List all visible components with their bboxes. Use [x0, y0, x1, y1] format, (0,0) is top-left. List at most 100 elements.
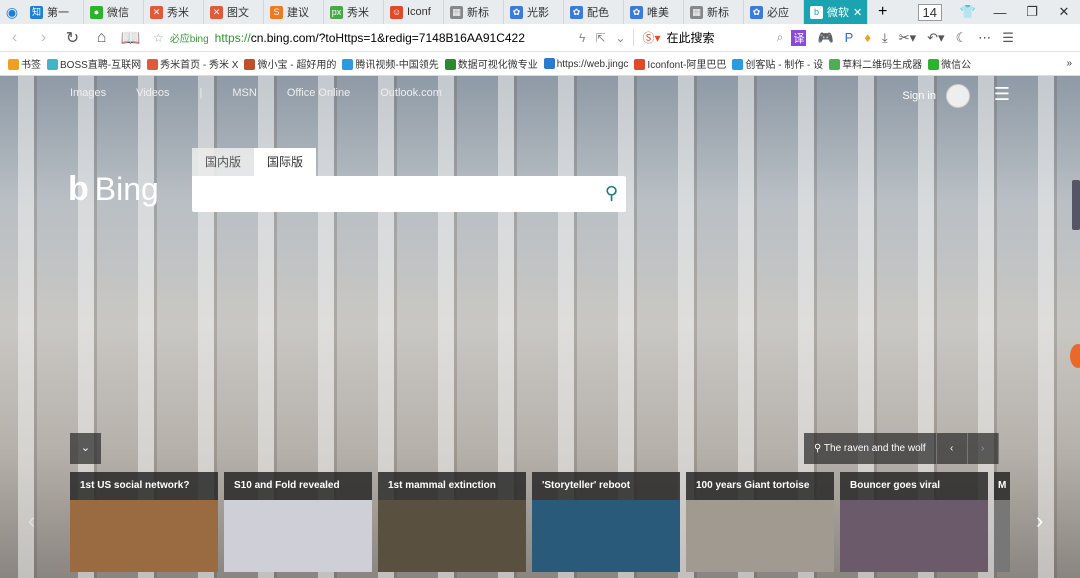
tab[interactable]: ✕ 秀米 — [144, 0, 204, 24]
more-bookmarks-icon[interactable]: » — [1066, 58, 1072, 69]
search-placeholder: 在此搜索 — [666, 31, 715, 45]
forward-button[interactable]: › — [29, 29, 58, 47]
bookmark-item[interactable]: 微信公 — [928, 56, 971, 71]
nav-link[interactable]: Videos — [136, 87, 169, 99]
download-icon[interactable]: ⤓ — [882, 30, 888, 46]
bing-logo: b Bing — [68, 170, 159, 209]
cut-icon[interactable]: ✂▾ — [899, 30, 916, 46]
side-panel-handle[interactable] — [1072, 180, 1080, 230]
bookmark-label: 秀米首页 - 秀米 X — [160, 60, 239, 71]
tab-bar: ◉ 知第一 ● 微信 ✕ 秀米 ✕ 图文 S 建议 px 秀米 ☺ Iconf ▦ 新标 ✿ 光影 ✿ 配色 ✿ 唯美 ▦… — [0, 0, 1080, 24]
menu-icon[interactable]: ☰ — [1002, 30, 1014, 46]
sogou-icon: Ⓢ▾ — [642, 31, 661, 45]
avatar[interactable] — [946, 84, 970, 108]
new-tab-button[interactable]: + — [878, 3, 887, 21]
bookmark-item[interactable]: 创客贴 - 制作 - 设 — [732, 56, 823, 71]
hamburger-menu-icon[interactable]: ☰ — [994, 84, 1010, 105]
bookmark-item[interactable]: 秀米首页 - 秀米 X — [147, 56, 238, 71]
tab-favicon-icon: ✿ — [570, 5, 583, 19]
tab-favicon-icon: ✕ — [150, 5, 163, 19]
night-mode-icon[interactable]: ☾ — [956, 30, 968, 46]
bookmark-icon — [444, 59, 456, 70]
flash-icon[interactable]: ϟ — [579, 31, 585, 45]
translate-icon[interactable]: 译 — [791, 29, 807, 46]
search-icon[interactable]: ⚲ — [605, 183, 618, 204]
nav-link[interactable]: Images — [70, 87, 106, 99]
tab[interactable]: ▦ 新标 — [684, 0, 744, 24]
search-box[interactable]: Ⓢ▾ 在此搜索 ⌕ — [633, 29, 783, 46]
carousel-next-button[interactable]: › — [1036, 508, 1043, 534]
game-icon[interactable]: 🎮 — [817, 30, 833, 46]
bookmark-label: 数据可视化微专业 — [457, 60, 538, 71]
news-card[interactable]: Bouncer goes viral — [840, 472, 988, 572]
bookmark-label: 微小宝 - 超好用的 — [257, 60, 337, 71]
tab-active[interactable]: b 微软 ✕ — [804, 0, 868, 24]
star-icon[interactable]: ☆ — [153, 31, 164, 45]
nav-link[interactable]: Outlook.com — [380, 87, 442, 99]
tab[interactable]: ✿ 光影 — [504, 0, 564, 24]
more-icon[interactable]: ⋯ — [978, 30, 991, 46]
undo-icon[interactable]: ↶▾ — [927, 30, 944, 46]
back-button[interactable]: ‹ — [0, 29, 29, 47]
home-button[interactable]: ⌂ — [87, 29, 116, 47]
restore-button[interactable]: ❐ — [1016, 4, 1048, 20]
tab[interactable]: ✿ 唯美 — [624, 0, 684, 24]
bookmark-item[interactable]: 书签 — [8, 56, 41, 71]
caption-text[interactable]: ⚲ The raven and the wolf — [804, 433, 937, 464]
p-icon[interactable]: P — [845, 30, 854, 46]
close-tab-icon[interactable]: ✕ — [853, 6, 862, 19]
nav-link[interactable]: MSN — [232, 87, 256, 99]
bing-logo-icon: b — [68, 170, 89, 208]
tab[interactable]: 知第一 — [24, 0, 84, 24]
tab[interactable]: S 建议 — [264, 0, 324, 24]
share-icon[interactable]: ⇱ — [595, 31, 605, 45]
bookmark-item[interactable]: 微小宝 - 超好用的 — [244, 56, 336, 71]
tab[interactable]: ✿ 必应 — [744, 0, 804, 24]
nav-link[interactable]: Office Online — [287, 87, 350, 99]
prev-image-button[interactable]: ‹ — [937, 433, 968, 464]
carousel-prev-button[interactable]: ‹ — [28, 508, 35, 534]
sign-in-link[interactable]: Sign in — [902, 90, 936, 102]
news-card[interactable]: 1st US social network? — [70, 472, 218, 572]
bookmark-item[interactable]: 腾讯视频-中国领先 — [342, 56, 439, 71]
reload-button[interactable]: ↻ — [58, 28, 87, 48]
news-card[interactable]: S10 and Fold revealed — [224, 472, 372, 572]
search-input[interactable] — [192, 176, 582, 212]
news-card[interactable]: 100 years Giant tortoise — [686, 472, 834, 572]
bookmark-item[interactable]: https://web.jingc — [543, 57, 628, 70]
tab-count-badge[interactable]: 14 — [917, 3, 942, 21]
tab[interactable]: ✕ 图文 — [204, 0, 264, 24]
tab[interactable]: ▦ 新标 — [444, 0, 504, 24]
bookmark-item[interactable]: Iconfont-阿里巴巴 — [634, 56, 726, 71]
url-field[interactable]: ☆ 必应bing https://cn.bing.com/?toHttps=1&… — [153, 30, 573, 46]
collapse-button[interactable]: ⌄ — [70, 433, 101, 464]
news-card-image — [224, 500, 372, 572]
bookmark-item[interactable]: 草料二维码生成器 — [829, 56, 922, 71]
bookmark-label: 微信公 — [941, 60, 972, 71]
skin-icon[interactable]: 👕 — [952, 4, 984, 20]
vip-icon[interactable]: ♦ — [864, 30, 871, 46]
reader-icon[interactable]: 📖 — [116, 28, 145, 48]
news-card[interactable]: 1st mammal extinction — [378, 472, 526, 572]
tab[interactable]: ☺ Iconf — [384, 0, 444, 24]
tab[interactable]: ✿ 配色 — [564, 0, 624, 24]
search-icon[interactable]: ⌕ — [777, 30, 784, 45]
tab-favicon-icon: ✿ — [630, 5, 643, 19]
bookmark-icon — [829, 59, 841, 70]
news-card[interactable]: 'Storyteller' reboot — [532, 472, 680, 572]
bookmark-item[interactable]: 数据可视化微专业 — [444, 56, 538, 71]
close-window-button[interactable]: ✕ — [1048, 4, 1080, 20]
floating-widget[interactable] — [1070, 344, 1080, 368]
news-card[interactable]: M — [994, 472, 1010, 572]
tab[interactable]: ● 微信 — [84, 0, 144, 24]
tab[interactable]: px 秀米 — [324, 0, 384, 24]
minimize-button[interactable]: — — [984, 5, 1016, 20]
bookmark-label: 腾讯视频-中国领先 — [355, 60, 439, 71]
bookmark-item[interactable]: BOSS直聘-互联网 — [47, 56, 141, 71]
tab-favicon-icon: ☺ — [390, 5, 403, 19]
bookmark-icon — [244, 59, 256, 70]
tab-international[interactable]: 国际版 — [254, 148, 317, 176]
dropdown-icon[interactable]: ⌄ — [615, 31, 625, 45]
tab-domestic[interactable]: 国内版 — [192, 148, 255, 176]
next-image-button[interactable]: › — [968, 433, 999, 464]
